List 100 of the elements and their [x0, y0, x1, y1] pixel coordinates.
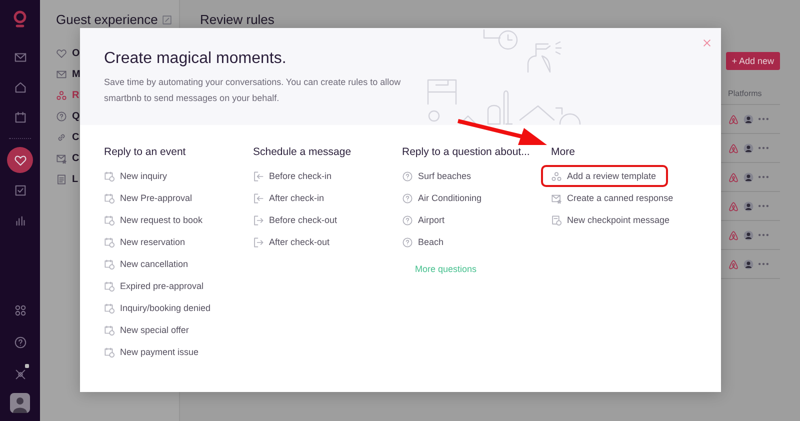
- menu-item[interactable]: Surf beaches: [392, 165, 484, 187]
- avatar-icon[interactable]: [10, 393, 30, 413]
- menu-item[interactable]: Inquiry/booking denied: [94, 297, 223, 319]
- more-icon: [758, 204, 769, 208]
- user-avatar-icon: [743, 142, 754, 154]
- door-arrow-in-icon: [253, 192, 264, 204]
- menu-item[interactable]: After check-in: [243, 187, 336, 209]
- menu-item[interactable]: Add a review template: [541, 165, 668, 187]
- calendar-clock-icon: [104, 324, 115, 336]
- document-clock-icon: [551, 214, 562, 226]
- platform-icon: [728, 200, 739, 212]
- menu-item[interactable]: Airport: [392, 209, 457, 231]
- user-avatar-icon: [743, 230, 754, 240]
- menu-item[interactable]: Beach: [392, 231, 456, 253]
- more-button[interactable]: [758, 173, 770, 181]
- calendar-clock-icon: [104, 236, 115, 248]
- platform-icon: [728, 172, 739, 182]
- heart-icon: [14, 154, 26, 166]
- user-avatar-icon: [743, 258, 754, 270]
- more-icon: [758, 233, 769, 237]
- envelope-icon: [14, 50, 26, 64]
- section-heading: Schedule a message: [253, 145, 352, 160]
- section-heading: Reply to a question about...: [402, 145, 530, 160]
- user-avatar-icon: [743, 114, 754, 124]
- close-button[interactable]: [701, 37, 713, 49]
- menu-item[interactable]: New inquiry: [94, 165, 180, 187]
- sidebar-item[interactable]: M: [56, 64, 79, 85]
- edit-icon[interactable]: [162, 14, 172, 24]
- more-icon: [758, 175, 769, 179]
- column-header: Platforms: [728, 88, 763, 98]
- menu-item[interactable]: Air Conditioning: [392, 187, 494, 209]
- sidebar-item[interactable]: L: [56, 169, 79, 190]
- menu-item[interactable]: After check-out: [243, 231, 342, 253]
- panel-title: Guest experience: [56, 12, 158, 27]
- cross-icon: [14, 368, 26, 380]
- calendar-clock-icon: [104, 170, 115, 182]
- section-heading: More: [551, 145, 575, 160]
- heart-icon: [56, 48, 67, 59]
- platform-icon: [728, 230, 739, 240]
- document-icon: [56, 174, 67, 185]
- nodes-icon: [56, 90, 67, 101]
- menu-item[interactable]: Before check-out: [243, 209, 350, 231]
- menu-item[interactable]: Before check-in: [243, 165, 344, 187]
- menu-item[interactable]: New special offer: [94, 319, 201, 341]
- user-avatar-icon: [743, 200, 754, 212]
- page-title: Review rules: [200, 12, 276, 27]
- more-button[interactable]: [758, 144, 770, 152]
- platform-icon: [728, 258, 739, 270]
- menu-item[interactable]: New request to book: [94, 209, 215, 231]
- help-icon: [402, 236, 413, 248]
- calendar-clock-icon: [104, 302, 115, 314]
- calendar-clock-icon: [104, 346, 115, 358]
- help-icon: [56, 111, 67, 122]
- more-icon: [758, 117, 769, 121]
- section-heading: Reply to an event: [104, 145, 186, 160]
- help-icon: [14, 336, 26, 348]
- help-icon: [402, 170, 413, 182]
- help-icon: [402, 214, 413, 226]
- menu-item[interactable]: Create a canned response: [541, 187, 686, 209]
- modal-description: Save time by automating your conversations. You can create rules to allow smartbnb to send messages on your behalf.: [104, 76, 402, 105]
- nodes-icon: [551, 170, 562, 182]
- menu-item[interactable]: New cancellation: [94, 253, 200, 275]
- more-button[interactable]: [758, 202, 770, 210]
- calendar-clock-icon: [104, 192, 115, 204]
- close-icon: [703, 39, 711, 47]
- logo-icon: [13, 10, 27, 28]
- sidebar-item[interactable]: Q: [56, 106, 79, 127]
- sidebar-item[interactable]: C: [56, 148, 79, 169]
- more-button[interactable]: [758, 260, 770, 268]
- nodes-icon: [14, 304, 26, 316]
- add-new-button[interactable]: + Add new: [726, 52, 780, 70]
- bar-chart-icon: [14, 214, 26, 226]
- menu-item[interactable]: New payment issue: [94, 341, 211, 363]
- link-icon: [56, 132, 67, 143]
- nav-button[interactable]: [7, 147, 33, 173]
- sidebar-item[interactable]: O: [56, 43, 79, 64]
- menu-item[interactable]: New checkpoint message: [541, 209, 682, 231]
- sidebar-item[interactable]: C: [56, 127, 79, 148]
- calendar-clock-icon: [104, 214, 115, 226]
- help-icon: [402, 192, 413, 204]
- more-icon: [758, 146, 769, 150]
- more-icon: [758, 262, 769, 266]
- menu-item[interactable]: New Pre-approval: [94, 187, 204, 209]
- house-icon: [14, 80, 26, 94]
- checkbox-icon: [14, 184, 26, 196]
- door-arrow-out-icon: [253, 214, 264, 226]
- door-arrow-out-icon: [253, 236, 264, 248]
- more-button[interactable]: [758, 115, 770, 123]
- user-avatar-icon: [743, 172, 754, 182]
- platform-icon: [728, 114, 739, 124]
- calendar-icon: [14, 110, 26, 124]
- more-button[interactable]: [758, 231, 770, 239]
- modal-title: Create magical moments.: [104, 50, 288, 68]
- platform-icon: [728, 142, 739, 154]
- menu-item[interactable]: New reservation: [94, 231, 198, 253]
- calendar-clock-icon: [104, 280, 115, 292]
- door-arrow-in-icon: [253, 170, 264, 182]
- envelope-icon: [56, 69, 67, 80]
- menu-item[interactable]: Expired pre-approval: [94, 275, 216, 297]
- calendar-clock-icon: [104, 258, 115, 270]
